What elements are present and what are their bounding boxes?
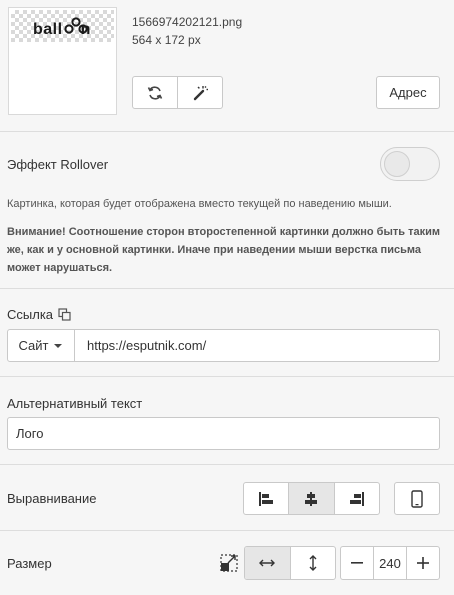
width-mode-button[interactable]	[245, 547, 290, 579]
link-type-label: Сайт	[18, 338, 49, 353]
align-left-button[interactable]	[244, 483, 288, 514]
rollover-toggle[interactable]	[380, 147, 440, 181]
mobile-view-button[interactable]	[394, 482, 440, 515]
thumbnail-text-start: ball	[33, 21, 63, 38]
copy-icon[interactable]	[58, 308, 71, 321]
alignment-group	[243, 482, 380, 515]
horizontal-arrows-icon	[259, 559, 276, 567]
alt-text-input[interactable]: Лого	[7, 417, 440, 450]
rollover-description: Картинка, которая будет отображена вмест…	[7, 198, 392, 210]
rollover-warning: Внимание! Соотношение сторон второстепен…	[7, 226, 440, 274]
alt-text-value: Лого	[16, 426, 44, 441]
size-mode-group	[244, 546, 336, 580]
plus-icon	[417, 557, 429, 569]
image-settings-panel: ball n 1566974202121.png 564 x 172 px Ад…	[0, 0, 454, 595]
vertical-arrows-icon	[309, 555, 317, 571]
minus-icon	[351, 562, 363, 564]
align-left-icon	[259, 491, 274, 506]
alignment-label: Выравнивание	[7, 491, 97, 506]
align-center-button[interactable]	[288, 483, 334, 514]
align-right-icon	[349, 491, 364, 506]
link-field: Сайт https://esputnik.com/	[7, 329, 440, 362]
size-stepper: 240	[340, 546, 440, 580]
image-section: ball n 1566974202121.png 564 x 172 px Ад…	[0, 0, 454, 132]
file-name: 1566974202121.png	[132, 15, 243, 29]
link-label-row: Ссылка	[7, 307, 71, 322]
file-dimensions: 564 x 172 px	[132, 33, 201, 47]
balloons-icon	[64, 17, 88, 34]
magic-wand-icon	[193, 85, 208, 100]
image-editor-button[interactable]	[177, 77, 222, 108]
proportions-icon[interactable]	[220, 554, 238, 572]
size-label: Размер	[7, 556, 52, 571]
link-type-dropdown[interactable]: Сайт	[8, 330, 75, 361]
toggle-knob	[384, 151, 410, 177]
align-right-button[interactable]	[333, 483, 379, 514]
caret-down-icon	[54, 343, 63, 348]
rollover-label: Эффект Rollover	[7, 157, 109, 172]
image-thumbnail[interactable]: ball n	[8, 7, 117, 115]
refresh-icon	[147, 85, 163, 100]
link-label: Ссылка	[7, 307, 54, 322]
link-url-input[interactable]: https://esputnik.com/	[75, 338, 206, 353]
image-actions-group	[132, 76, 223, 109]
mobile-icon	[411, 489, 423, 508]
decrease-size-button[interactable]	[341, 547, 373, 579]
size-value-input[interactable]: 240	[373, 547, 407, 579]
align-center-icon	[305, 491, 318, 506]
increase-size-button[interactable]	[407, 547, 439, 579]
height-mode-button[interactable]	[289, 547, 336, 579]
alt-label: Альтернативный текст	[7, 396, 143, 411]
address-button[interactable]: Адрес	[376, 76, 440, 109]
replace-image-button[interactable]	[133, 77, 177, 108]
